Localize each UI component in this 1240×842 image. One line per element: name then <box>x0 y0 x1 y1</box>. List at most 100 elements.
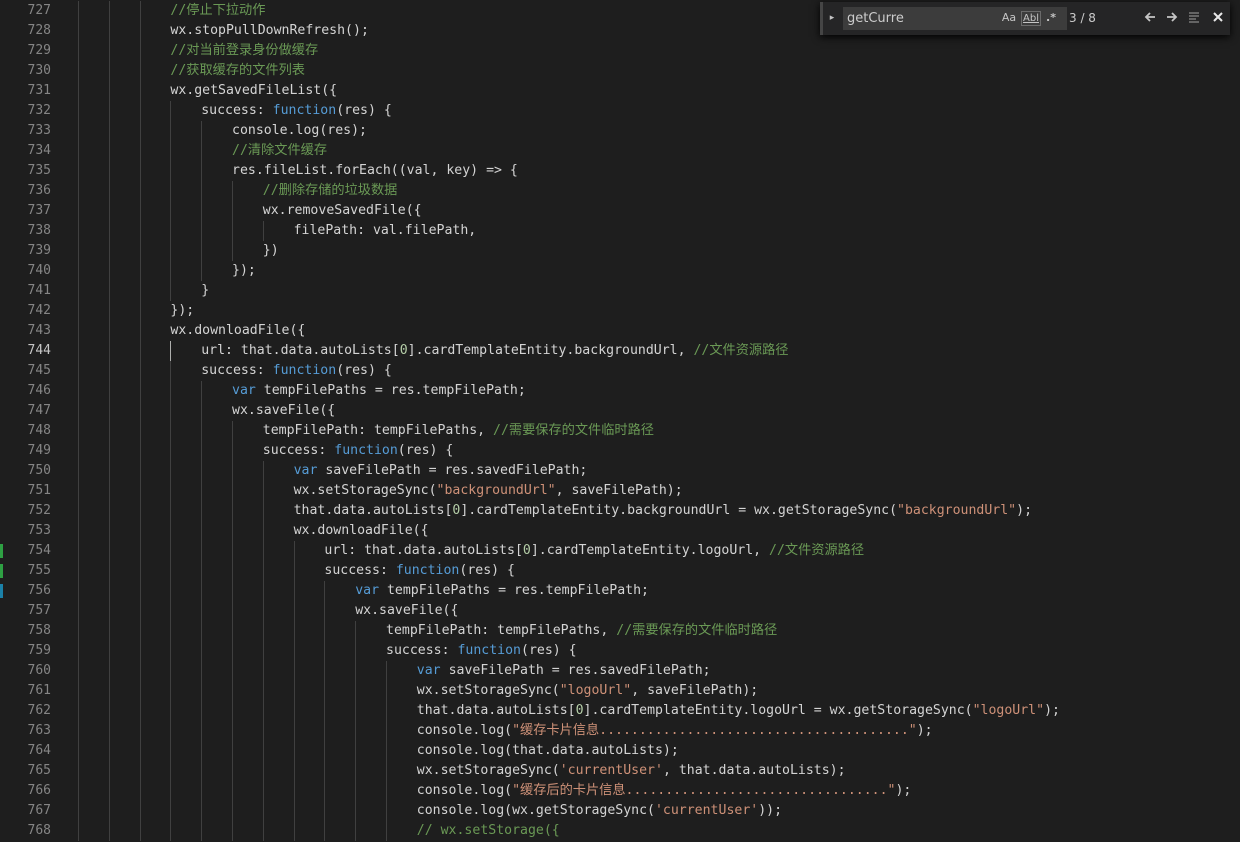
code-token: }); <box>170 303 195 318</box>
find-in-selection-icon[interactable] <box>1185 10 1203 28</box>
indent-guide <box>294 701 295 721</box>
indent-guide <box>170 521 171 541</box>
close-find-icon[interactable] <box>1209 10 1227 28</box>
code-line[interactable]: 734 //清除文件缓存 <box>0 141 1240 161</box>
indent-guide <box>232 461 233 481</box>
indent-guide <box>294 741 295 761</box>
code-line[interactable]: 746 var tempFilePaths = res.tempFilePath; <box>0 381 1240 401</box>
code-text: wx.getSavedFileList({ <box>170 81 337 101</box>
code-token: wx.removeSavedFile({ <box>262 203 422 218</box>
code-line[interactable]: 729 //对当前登录身份做缓存 <box>0 41 1240 61</box>
code-line[interactable]: 765 wx.setStorageSync('currentUser', that… <box>0 761 1240 781</box>
code-text: //停止下拉动作 <box>170 1 265 21</box>
indent-guide <box>324 581 325 601</box>
code-line[interactable]: 736 //删除存储的垃圾数据 <box>0 181 1240 201</box>
indent-guide <box>78 61 79 81</box>
indent-guide <box>170 701 171 721</box>
code-line[interactable]: 749 success: function(res) { <box>0 441 1240 461</box>
indent-guide <box>109 361 110 381</box>
code-line[interactable]: 740}); <box>0 261 1240 281</box>
indent-guide <box>386 821 387 841</box>
code-line[interactable]: 730 //获取缓存的文件列表 <box>0 61 1240 81</box>
indent-guide <box>170 121 171 141</box>
code-token: console.log( <box>416 783 513 798</box>
code-line[interactable]: 756 var tempFilePaths = res.tempFilePath; <box>0 581 1240 601</box>
code-line[interactable]: 748 tempFilePath: tempFilePaths, //需要保存的文… <box>0 421 1240 441</box>
previous-match-arrow-icon[interactable] <box>1141 10 1159 28</box>
code-line[interactable]: 762 that.data.autoLists[0].cardTemplateEn… <box>0 701 1240 721</box>
line-number: 756 <box>27 583 51 598</box>
code-line[interactable]: 759 success: function(res) { <box>0 641 1240 661</box>
code-token: , that.data.autoLists); <box>662 763 846 778</box>
code-token: url: that.data.autoLists[ <box>201 343 400 358</box>
indent-guide <box>109 41 110 61</box>
code-line[interactable]: 763 console.log("缓存卡片信息..................… <box>0 721 1240 741</box>
indent-guide <box>170 621 171 641</box>
code-line[interactable]: 764 console.log(that.data.autoLists); <box>0 741 1240 761</box>
code-line[interactable]: 758 tempFilePath: tempFilePaths, //需要保存的文… <box>0 621 1240 641</box>
code-line[interactable]: 753 wx.downloadFile({ <box>0 521 1240 541</box>
code-token: function <box>457 643 521 658</box>
code-line[interactable]: 752 that.data.autoLists[0].cardTemplateEn… <box>0 501 1240 521</box>
regex-toggle-icon[interactable]: .* <box>1043 10 1059 26</box>
code-line[interactable]: 760 var saveFilePath = res.savedFilePath; <box>0 661 1240 681</box>
line-number: 759 <box>27 643 51 658</box>
match-case-toggle-icon[interactable]: Aa <box>1001 10 1017 26</box>
code-text: success: function(res) { <box>201 361 392 381</box>
indent-guide <box>78 821 79 841</box>
indent-guide <box>170 221 171 241</box>
code-line[interactable]: 750 var saveFilePath = res.savedFilePath; <box>0 461 1240 481</box>
code-line[interactable]: 767 console.log(wx.getStorageSync('curren… <box>0 801 1240 821</box>
code-line[interactable]: 732 success: function(res) { <box>0 101 1240 121</box>
code-line[interactable]: 742}); <box>0 301 1240 321</box>
indent-guide <box>355 701 356 721</box>
indent-guide <box>170 401 171 421</box>
find-input[interactable] <box>847 7 995 30</box>
code-line[interactable]: 743 wx.downloadFile({ <box>0 321 1240 341</box>
indent-guide <box>201 721 202 741</box>
next-match-arrow-icon[interactable] <box>1163 10 1181 28</box>
code-line[interactable]: 751 wx.setStorageSync("backgroundUrl", sa… <box>0 481 1240 501</box>
toggle-replace-chevron-icon[interactable]: ▸ <box>826 10 838 26</box>
code-line[interactable]: 744 url: that.data.autoLists[0].cardTempl… <box>0 341 1240 361</box>
code-line[interactable]: 733 console.log(res); <box>0 121 1240 141</box>
indent-guide <box>170 101 171 121</box>
code-editor[interactable]: 727 //停止下拉动作 728 wx.stopPullDownRefresh(); 7… <box>0 0 1240 842</box>
code-line[interactable]: 754 url: that.data.autoLists[0].cardTempl… <box>0 541 1240 561</box>
code-line[interactable]: 735 res.fileList.forEach((val, key) => { <box>0 161 1240 181</box>
code-line[interactable]: 738 filePath: val.filePath, <box>0 221 1240 241</box>
code-line[interactable]: 739}) <box>0 241 1240 261</box>
code-line[interactable]: 745 success: function(res) { <box>0 361 1240 381</box>
indent-guide <box>201 521 202 541</box>
code-token: that.data.autoLists[ <box>416 703 576 718</box>
code-line[interactable]: 731 wx.getSavedFileList({ <box>0 81 1240 101</box>
line-number: 746 <box>27 383 51 398</box>
indent-guide <box>109 201 110 221</box>
indent-guide <box>109 741 110 761</box>
code-token: var <box>355 583 380 598</box>
indent-guide <box>170 801 171 821</box>
code-line[interactable]: 766 console.log("缓存后的卡片信息................… <box>0 781 1240 801</box>
code-line[interactable]: 747 wx.saveFile({ <box>0 401 1240 421</box>
line-number: 750 <box>27 463 51 478</box>
code-line[interactable]: 737 wx.removeSavedFile({ <box>0 201 1240 221</box>
indent-guide <box>140 161 141 181</box>
indent-guide <box>201 421 202 441</box>
line-number: 763 <box>27 723 51 738</box>
code-text: var saveFilePath = res.savedFilePath; <box>417 661 711 681</box>
indent-guide <box>201 601 202 621</box>
code-line[interactable]: 741} <box>0 281 1240 301</box>
code-token: }); <box>232 263 256 278</box>
code-line[interactable]: 755 success: function(res) { <box>0 561 1240 581</box>
code-line[interactable]: 761 wx.setStorageSync("logoUrl", saveFile… <box>0 681 1240 701</box>
code-line[interactable]: 757 wx.saveFile({ <box>0 601 1240 621</box>
indent-guide <box>140 421 141 441</box>
indent-guide <box>232 821 233 841</box>
code-line[interactable]: 768 // wx.setStorage({ <box>0 821 1240 841</box>
indent-guide <box>294 561 295 581</box>
code-text: console.log(that.data.autoLists); <box>417 741 679 761</box>
indent-guide <box>355 821 356 841</box>
whole-word-toggle-icon[interactable]: Abl <box>1021 11 1041 26</box>
indent-guide <box>109 561 110 581</box>
indent-guide <box>170 541 171 561</box>
